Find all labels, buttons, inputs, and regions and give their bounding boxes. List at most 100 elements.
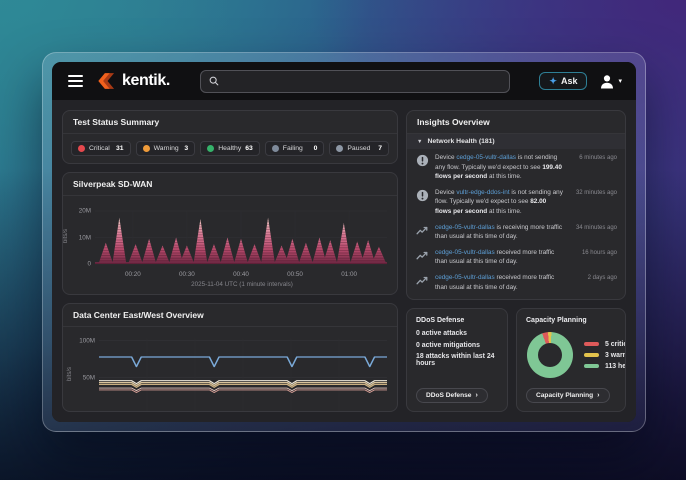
ddos-defense-card: DDoS Defense 0 active attacks0 active mi… [406,308,508,412]
insight-text: at this time. [487,173,521,180]
status-badge-count: 63 [245,145,253,152]
datacenter-chart[interactable]: bits/s 100M50M [99,337,387,411]
ddos-stat-line: 18 attacks within last 24 hours [416,353,498,367]
silverpeak-card: Silverpeak SD-WAN bits/s 20M10M0 00:2000… [62,172,398,295]
datacenter-y-tick: 50M [83,374,95,381]
insight-item[interactable]: cedge-05-vultr-dallas received more traf… [407,270,625,295]
insight-link[interactable]: cedge-05-vultr-dallas [435,249,495,256]
insight-timestamp: 34 minutes ago [569,225,617,231]
silverpeak-y-axis-label: bits/s [63,229,69,243]
status-badge[interactable]: Paused 7 [329,141,389,156]
datacenter-y-tick: 100M [79,337,95,344]
silverpeak-title: Silverpeak SD-WAN [63,173,397,196]
status-badges-row: Critical 31 Warning 3 Healthy 63 Failing… [63,134,397,163]
network-health-group-header[interactable]: ▼ Network Health (181) [407,134,625,149]
top-bar: kentik. ✦ Ask ▾ [52,62,636,100]
alert-circle-icon [416,154,429,167]
status-dot-icon [207,145,214,152]
datacenter-y-axis-label: bits/s [67,367,73,381]
capacity-button-label: Capacity Planning [536,392,593,399]
silverpeak-y-tick: 20M [79,208,91,215]
datacenter-title: Data Center East/West Overview [63,304,397,327]
trending-up-icon [416,224,429,237]
status-badge[interactable]: Critical 31 [71,141,131,156]
status-badge[interactable]: Healthy 63 [200,141,260,156]
legend-label: 5 critical [605,341,626,348]
legend-entry: 5 critical [584,341,626,348]
silverpeak-x-tick: 01:00 [341,271,357,278]
test-status-card: Test Status Summary Critical 31 Warning … [62,110,398,164]
insight-item[interactable]: cedge-05-vultr-dallas is receiving more … [407,220,625,245]
status-dot-icon [336,145,343,152]
insight-text: Device vultr-edge-ddos-int is not sendin… [435,188,563,217]
ddos-button-label: DDoS Defense [426,392,471,399]
caret-down-icon: ▾ [618,77,622,85]
global-search[interactable] [200,70,510,93]
bottom-mini-cards-row: DDoS Defense 0 active attacks0 active mi… [406,308,626,412]
legend-label: 113 healthy [605,363,626,370]
datacenter-card: Data Center East/West Overview bits/s 10… [62,303,398,412]
insight-timestamp: 2 days ago [569,275,617,281]
status-badge-count: 3 [184,145,188,152]
capacity-planning-button[interactable]: Capacity Planning › [526,388,610,403]
left-column: Test Status Summary Critical 31 Warning … [62,110,398,412]
insights-title: Insights Overview [407,111,625,134]
brand-name: kentik. [122,72,170,90]
dashboard-glass-frame: kentik. ✦ Ask ▾ [42,52,646,432]
datacenter-chart-svg [99,337,387,411]
status-badge-label: Failing [283,145,303,152]
insight-text: Device [435,189,456,196]
status-badge-label: Critical [89,145,110,152]
silverpeak-y-tick: 0 [87,261,91,268]
silverpeak-chart[interactable]: bits/s 20M10M0 [95,204,387,268]
ddos-defense-button[interactable]: DDoS Defense › [416,388,488,403]
menu-icon[interactable] [66,73,85,89]
status-badge-label: Paused [347,145,370,152]
kentik-chevron-mark [97,72,118,90]
collapse-triangle-icon: ▼ [417,139,422,145]
legend-color-dash [584,353,599,357]
ask-button[interactable]: ✦ Ask [539,72,587,90]
legend-entry: 3 warning [584,352,626,359]
status-dot-icon [272,145,279,152]
ask-button-label: Ask [561,76,578,86]
insight-item[interactable]: We detected a 19.3% increase in bandwidt… [407,295,625,299]
status-badge[interactable]: Failing 0 [265,141,325,156]
silverpeak-x-axis-label: 2025-11-04 UTC (1 minute intervals) [63,280,397,294]
status-badge[interactable]: Warning 3 [136,141,196,156]
user-menu[interactable]: ▾ [599,74,622,89]
insight-link[interactable]: cedge-05-vultr-dallas [456,154,516,161]
kentik-dashboard-window: kentik. ✦ Ask ▾ [52,62,636,422]
insight-text: Device [435,154,456,161]
insights-card: Insights Overview ▼ Network Health (181)… [406,110,626,300]
insight-link[interactable]: vultr-edge-ddos-int [456,189,509,196]
status-badge-count: 31 [116,145,124,152]
insight-item[interactable]: cedge-05-vultr-dallas received more traf… [407,245,625,270]
network-health-group-label: Network Health (181) [427,138,494,145]
legend-color-dash [584,342,599,346]
capacity-donut-chart[interactable] [527,332,573,378]
test-status-title: Test Status Summary [63,111,397,134]
silverpeak-x-tick: 00:40 [233,271,249,278]
legend-label: 3 warning [605,352,626,359]
silverpeak-x-tick: 00:50 [287,271,303,278]
status-badge-count: 7 [378,145,382,152]
insight-text: cedge-05-vultr-dallas received more traf… [435,273,563,292]
silverpeak-y-tick: 10M [79,234,91,241]
kentik-logo[interactable]: kentik. [97,72,170,90]
silverpeak-x-tick: 00:30 [179,271,195,278]
insight-link[interactable]: cedge-05-vultr-dallas [435,224,495,231]
chevron-right-icon: › [597,392,599,399]
ddos-stat-line: 0 active mitigations [416,342,498,349]
chevron-right-icon: › [475,392,477,399]
silverpeak-chart-svg [95,204,387,268]
insight-timestamp: 16 hours ago [569,250,617,256]
trending-up-icon [416,274,429,287]
insight-text: We detected a 19.3% increase in bandwidt… [435,298,563,299]
insight-link[interactable]: cedge-05-vultr-dallas [435,274,495,281]
search-input[interactable] [225,75,501,87]
insight-text: cedge-05-vultr-dallas is receiving more … [435,223,563,242]
insight-item[interactable]: Device cedge-05-vultr-dallas is not send… [407,150,625,185]
insight-item[interactable]: Device vultr-edge-ddos-int is not sendin… [407,185,625,220]
capacity-title: Capacity Planning [517,309,625,329]
